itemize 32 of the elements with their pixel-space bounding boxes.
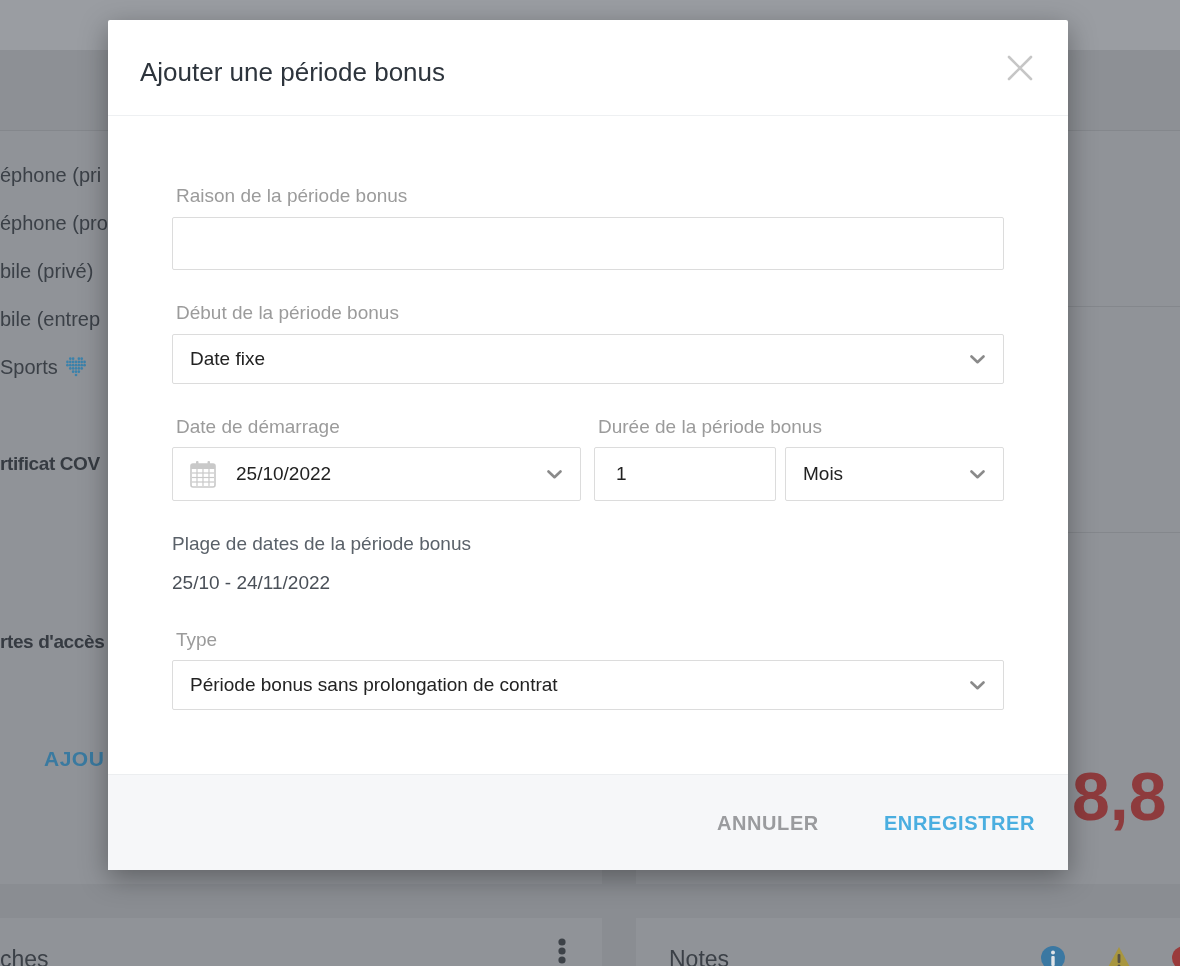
reason-input[interactable] <box>172 217 1004 270</box>
amount-value: 8,8 <box>1072 762 1167 830</box>
field-label: Durée de la période bonus <box>598 415 823 439</box>
field-label: éphone (pri <box>0 163 102 187</box>
dialog-title: Ajouter une période bonus <box>140 57 445 88</box>
info-icon <box>1041 946 1065 966</box>
calendar-icon <box>190 460 216 488</box>
field-label: Sports <box>0 355 58 379</box>
chevron-icon <box>970 354 985 364</box>
type-select[interactable]: Période bonus sans prolongation de contrat <box>172 660 1004 710</box>
field-label: Raison de la période bonus <box>176 184 409 208</box>
start-select[interactable]: Date fixe <box>172 334 1004 384</box>
start-date-field[interactable]: 25/10/2022 <box>172 447 581 501</box>
section-heading: rtificat COV <box>0 452 100 476</box>
duration-input[interactable]: 1 <box>594 447 776 501</box>
chevron-icon <box>547 469 562 479</box>
field-label: Date de démarrage <box>176 415 341 439</box>
field-label: bile (entrep <box>0 307 101 331</box>
range-label: Plage de dates de la période bonus <box>172 532 472 556</box>
dotted-heart-icon <box>63 357 88 377</box>
warning-icon <box>1106 946 1132 966</box>
chevron-icon <box>970 680 985 690</box>
chevron-icon <box>970 469 985 479</box>
field-label: bile (privé) <box>0 259 94 283</box>
unit-select[interactable]: Mois <box>785 447 1004 501</box>
more-icon[interactable] <box>558 938 566 964</box>
field-label: Début de la période bonus <box>176 301 400 325</box>
field-label: éphone (pro <box>0 211 108 235</box>
close-icon <box>1007 54 1033 81</box>
field-label: Type <box>176 628 219 652</box>
range-value: 25/10 - 24/11/2022 <box>172 571 332 595</box>
section-heading: rtes d'accès <box>0 630 105 654</box>
